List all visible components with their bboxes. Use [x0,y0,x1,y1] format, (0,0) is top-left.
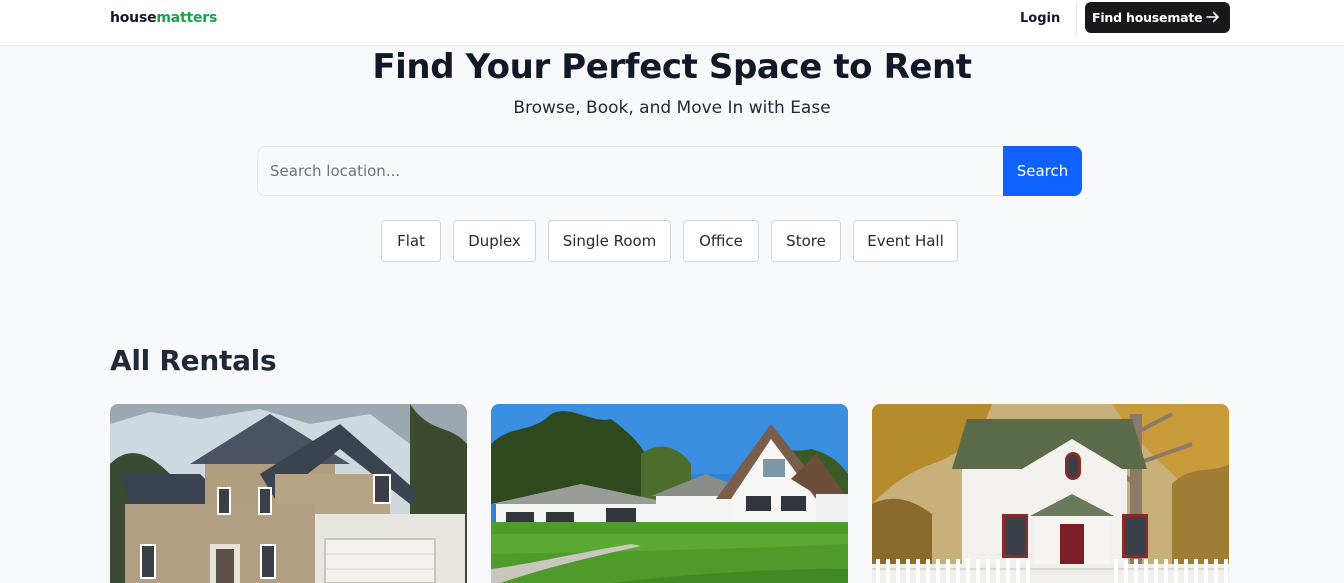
top-navbar: housematters Login Find housemate [0,0,1344,46]
category-chip-single-room[interactable]: Single Room [548,220,671,262]
hero-subtitle: Browse, Book, and Move In with Ease [513,98,831,118]
nav-divider [1076,2,1077,36]
arrow-right-icon [1206,10,1220,27]
login-link[interactable]: Login [1010,9,1070,28]
rental-card[interactable] [491,404,848,583]
category-chip-flat[interactable]: Flat [381,220,441,262]
logo[interactable]: housematters [110,10,217,26]
category-chip-office[interactable]: Office [683,220,759,262]
rental-photo-white-cottage [872,404,1229,583]
logo-text-matters: matters [156,10,218,26]
find-housemate-button[interactable]: Find housemate [1085,2,1230,33]
category-chip-event-hall[interactable]: Event Hall [853,220,958,262]
hero-title: Find Your Perfect Space to Rent [372,47,972,87]
rental-card[interactable] [110,404,467,583]
logo-text-house: house [110,10,157,26]
rental-card[interactable] [872,404,1229,583]
search-button[interactable]: Search [1003,146,1082,196]
search-location-input[interactable] [257,146,1004,196]
search-bar: Search [257,146,1082,196]
category-chip-duplex[interactable]: Duplex [453,220,536,262]
all-rentals-heading: All Rentals [110,344,277,377]
category-chip-store[interactable]: Store [771,220,841,262]
find-housemate-label: Find housemate [1092,10,1203,25]
rental-photo-modern-cottage [491,404,848,583]
rental-photo-suburban-house [110,404,467,583]
